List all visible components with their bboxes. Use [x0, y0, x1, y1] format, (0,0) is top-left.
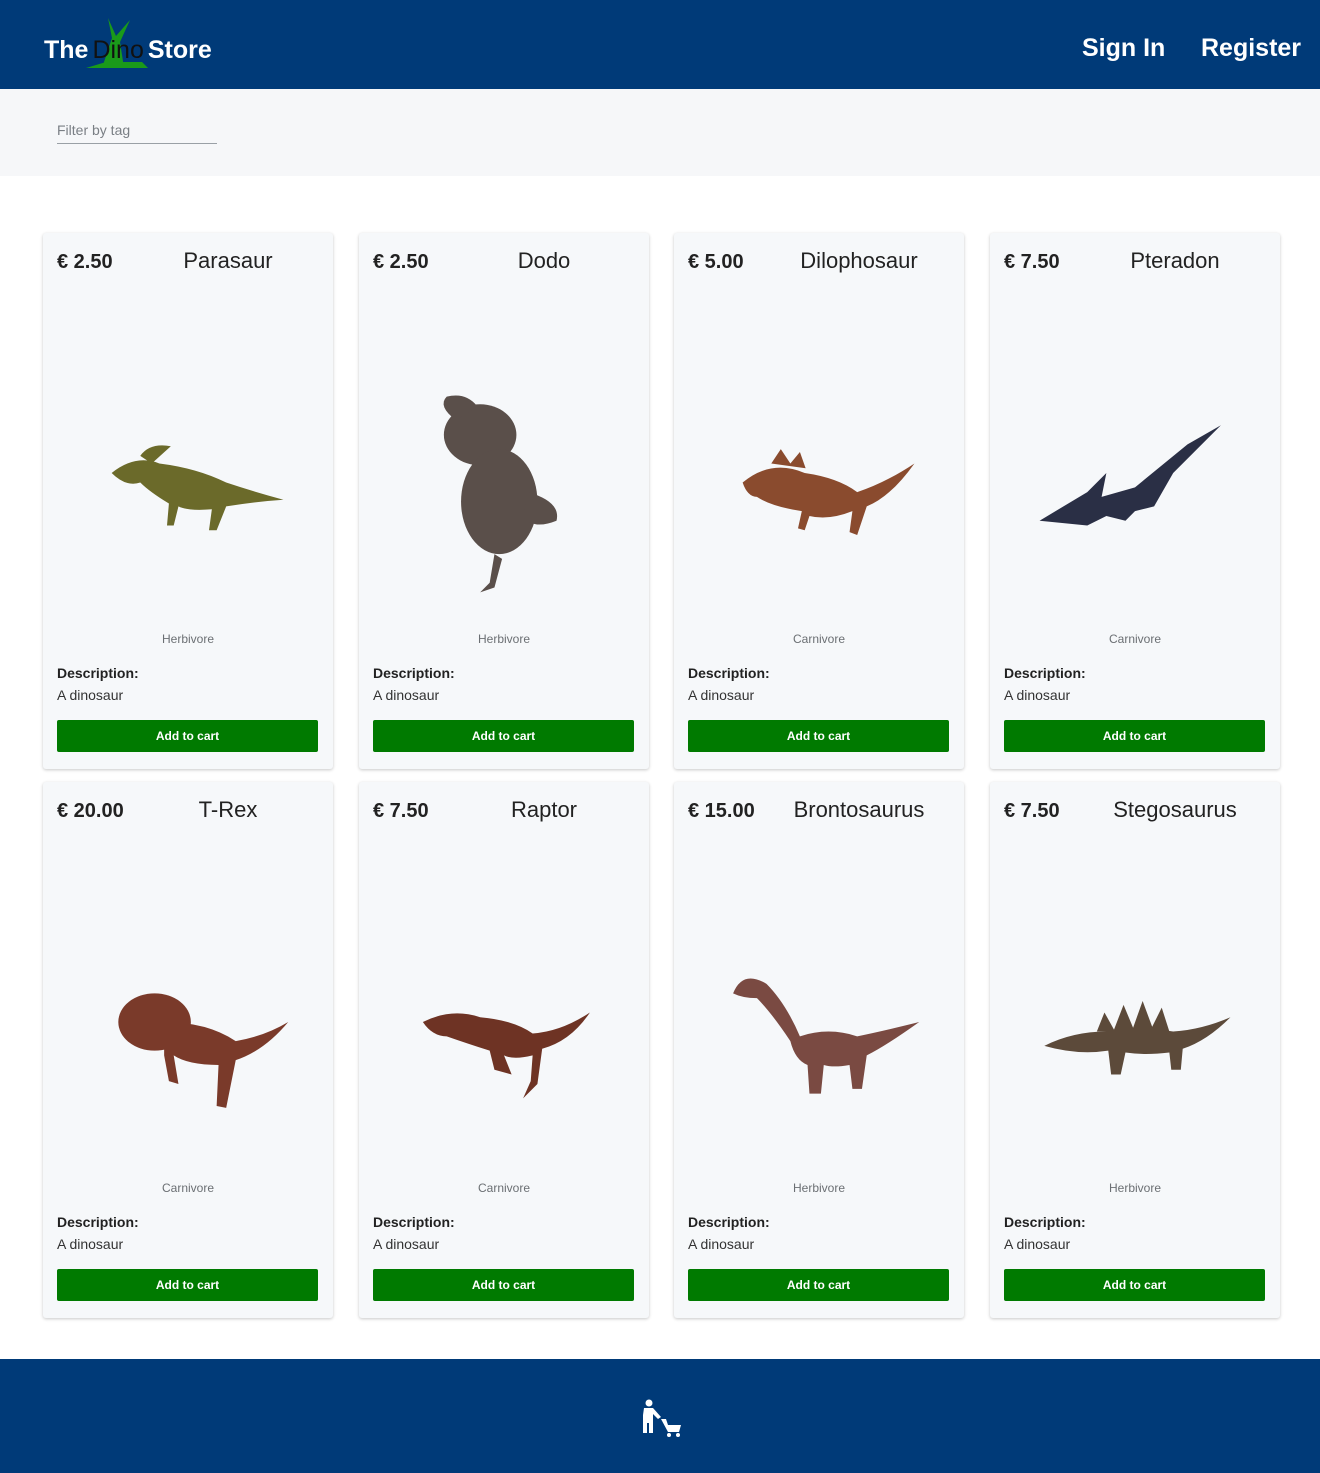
brontosaurus-image — [733, 978, 920, 1094]
site-footer — [0, 1359, 1320, 1473]
product-card: € 2.50 Dodo Herbivore Description: A dinosau… — [359, 233, 649, 769]
description-text: A dinosaur — [57, 1236, 124, 1252]
product-name: Stegosaurus — [1113, 797, 1237, 822]
add-to-cart-button[interactable]: Add to cart — [373, 1269, 634, 1301]
site-header: The Dino Store Sign In Register — [0, 0, 1320, 89]
product-price: € 7.50 — [373, 800, 429, 822]
product-card: € 2.50 Parasaur Herbivore Description: A din… — [43, 233, 333, 769]
add-to-cart-button[interactable]: Add to cart — [1004, 1269, 1265, 1301]
stegosaurus-image — [1044, 1001, 1231, 1075]
product-tag: Carnivore — [161, 1181, 215, 1195]
product-price: € 2.50 — [57, 251, 113, 273]
product-tag: Carnivore — [1108, 632, 1162, 646]
add-to-cart-button[interactable]: Add to cart — [688, 720, 949, 752]
product-name: Pteradon — [1130, 248, 1220, 273]
add-to-cart-button[interactable]: Add to cart — [1004, 720, 1265, 752]
product-card: € 7.50 Pteradon Carnivore Description: A din… — [990, 233, 1280, 769]
product-price: € 20.00 — [57, 800, 124, 822]
product-tag: Herbivore — [161, 632, 215, 646]
product-tag: Carnivore — [792, 632, 846, 646]
description-label: Description: — [57, 665, 139, 681]
description-text: A dinosaur — [688, 1236, 755, 1252]
description-text: A dinosaur — [1004, 1236, 1071, 1252]
description-text: A dinosaur — [1004, 687, 1071, 703]
description-label: Description: — [373, 665, 455, 681]
add-to-cart-button[interactable]: Add to cart — [57, 1269, 318, 1301]
product-card: € 15.00 Brontosaurus Herbivore Description:… — [674, 782, 964, 1318]
product-name: T-Rex — [198, 797, 258, 822]
pteradon-image — [1039, 425, 1221, 526]
product-tag: Herbivore — [792, 1181, 846, 1195]
product-price: € 2.50 — [373, 251, 429, 273]
description-label: Description: — [57, 1214, 139, 1230]
product-card: € 7.50 Stegosaurus Herbivore Description: A … — [990, 782, 1280, 1318]
dilophosaur-image — [742, 449, 915, 536]
product-name: Dilophosaur — [800, 248, 918, 273]
product-card: € 7.50 Raptor Carnivore Description: A dinos… — [359, 782, 649, 1318]
logo-word-store: Store — [147, 36, 212, 64]
logo-word-dino: Dino — [92, 36, 144, 64]
product-name: Dodo — [517, 248, 571, 273]
product-tag: Carnivore — [477, 1181, 531, 1195]
product-card: € 20.00 T-Rex Carnivore Description: A dinos… — [43, 782, 333, 1318]
add-to-cart-button[interactable]: Add to cart — [688, 1269, 949, 1301]
description-label: Description: — [1004, 1214, 1086, 1230]
description-label: Description: — [373, 1214, 455, 1230]
add-to-cart-button[interactable]: Add to cart — [57, 720, 318, 752]
product-card: € 5.00 Dilophosaur Carnivore Description: A … — [674, 233, 964, 769]
product-price: € 7.50 — [1004, 800, 1060, 822]
product-price: € 5.00 — [688, 251, 744, 273]
description-text: A dinosaur — [57, 687, 124, 703]
description-label: Description: — [688, 665, 770, 681]
parasaur-image — [111, 445, 284, 531]
product-name: Raptor — [510, 797, 578, 822]
register-link[interactable]: Register — [1201, 34, 1301, 63]
filter-bar — [0, 89, 1320, 176]
product-tag: Herbivore — [477, 632, 531, 646]
description-text: A dinosaur — [373, 1236, 440, 1252]
filter-by-tag-input[interactable] — [57, 117, 217, 144]
sign-in-link[interactable]: Sign In — [1082, 34, 1165, 63]
t-rex-image — [118, 993, 289, 1108]
product-price: € 15.00 — [688, 800, 755, 822]
store-name: The Dino Store — [44, 36, 212, 65]
shopping-cart-person-icon[interactable] — [641, 1399, 683, 1437]
description-text: A dinosaur — [688, 687, 755, 703]
description-label: Description: — [1004, 665, 1086, 681]
product-tag: Herbivore — [1108, 1181, 1162, 1195]
product-name: Brontosaurus — [793, 797, 925, 822]
description-label: Description: — [688, 1214, 770, 1230]
description-text: A dinosaur — [373, 687, 440, 703]
add-to-cart-button[interactable]: Add to cart — [373, 720, 634, 752]
product-price: € 7.50 — [1004, 251, 1060, 273]
raptor-image — [422, 1012, 590, 1099]
dodo-image — [443, 395, 558, 593]
product-name: Parasaur — [183, 248, 273, 273]
